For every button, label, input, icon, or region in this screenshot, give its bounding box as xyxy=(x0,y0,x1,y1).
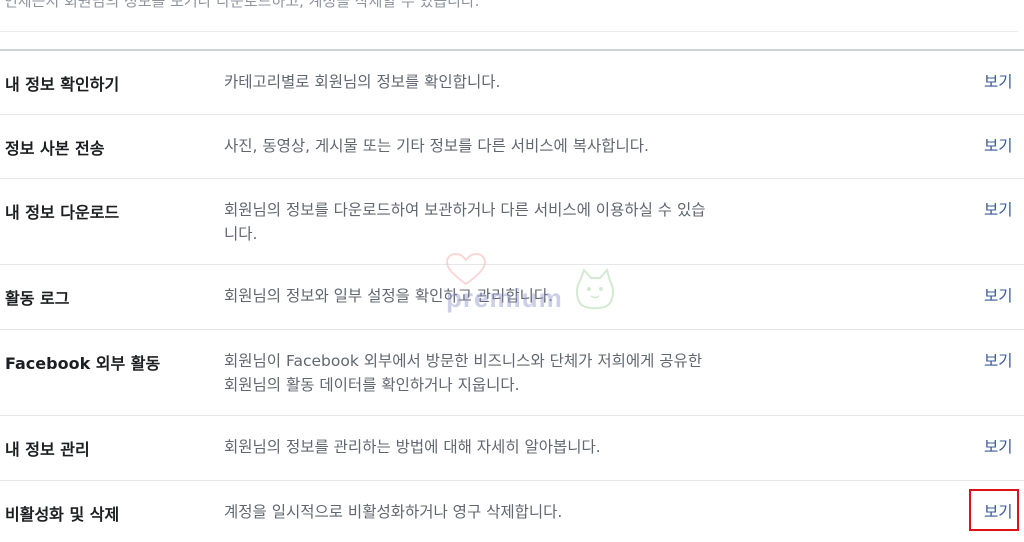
row-title: 내 정보 다운로드 xyxy=(5,203,120,222)
row-description: 카테고리별로 회원님의 정보를 확인합니다. xyxy=(224,73,501,91)
view-link[interactable]: 보기 xyxy=(984,349,1013,371)
row-description: 회원님의 정보를 관리하는 방법에 대해 자세히 알아봅니다. xyxy=(224,438,601,456)
row-description: 사진, 동영상, 게시물 또는 기타 정보를 다른 서비스에 복사합니다. xyxy=(224,137,649,155)
settings-row-access-info: 내 정보 확인하기 카테고리별로 회원님의 정보를 확인합니다. 보기 xyxy=(0,51,1024,115)
settings-row-transfer-copy: 정보 사본 전송 사진, 동영상, 게시물 또는 기타 정보를 다른 서비스에 … xyxy=(0,115,1024,179)
row-description: 회원님이 Facebook 외부에서 방문한 비즈니스와 단체가 저희에게 공유… xyxy=(224,352,703,394)
view-link[interactable]: 보기 xyxy=(984,70,1013,92)
highlight-box xyxy=(969,489,1019,531)
row-description: 회원님의 정보를 다운로드하여 보관하거나 다른 서비스에 이용하실 수 있습니… xyxy=(224,201,706,243)
cat-icon xyxy=(576,267,614,310)
row-title: 내 정보 확인하기 xyxy=(5,75,120,94)
row-title: 내 정보 관리 xyxy=(5,440,90,459)
watermark-text: premium xyxy=(446,283,563,313)
settings-row-manage-info: 내 정보 관리 회원님의 정보를 관리하는 방법에 대해 자세히 알아봅니다. … xyxy=(0,416,1024,481)
watermark: premium xyxy=(444,253,624,323)
settings-row-deactivation-deletion: 비활성화 및 삭제 계정을 일시적으로 비활성화하거나 영구 삭제합니다. 보기 xyxy=(0,481,1024,542)
divider xyxy=(0,31,1018,32)
row-title: Facebook 외부 활동 xyxy=(5,354,161,373)
view-link[interactable]: 보기 xyxy=(984,134,1013,156)
view-link[interactable]: 보기 xyxy=(984,198,1013,220)
row-title: 비활성화 및 삭제 xyxy=(5,505,120,524)
row-description: 계정을 일시적으로 비활성화하거나 영구 삭제합니다. xyxy=(224,503,563,521)
heart-icon xyxy=(445,253,487,286)
settings-row-off-facebook-activity: Facebook 외부 활동 회원님이 Facebook 외부에서 방문한 비즈… xyxy=(0,330,1024,416)
intro-text: 언제든지 회원님의 정보를 보거나 다운로드하고, 계정을 삭제할 수 있습니다… xyxy=(4,0,480,10)
row-title: 활동 로그 xyxy=(5,289,70,308)
view-link[interactable]: 보기 xyxy=(984,435,1013,457)
row-title: 정보 사본 전송 xyxy=(5,139,105,158)
view-link[interactable]: 보기 xyxy=(984,284,1013,306)
